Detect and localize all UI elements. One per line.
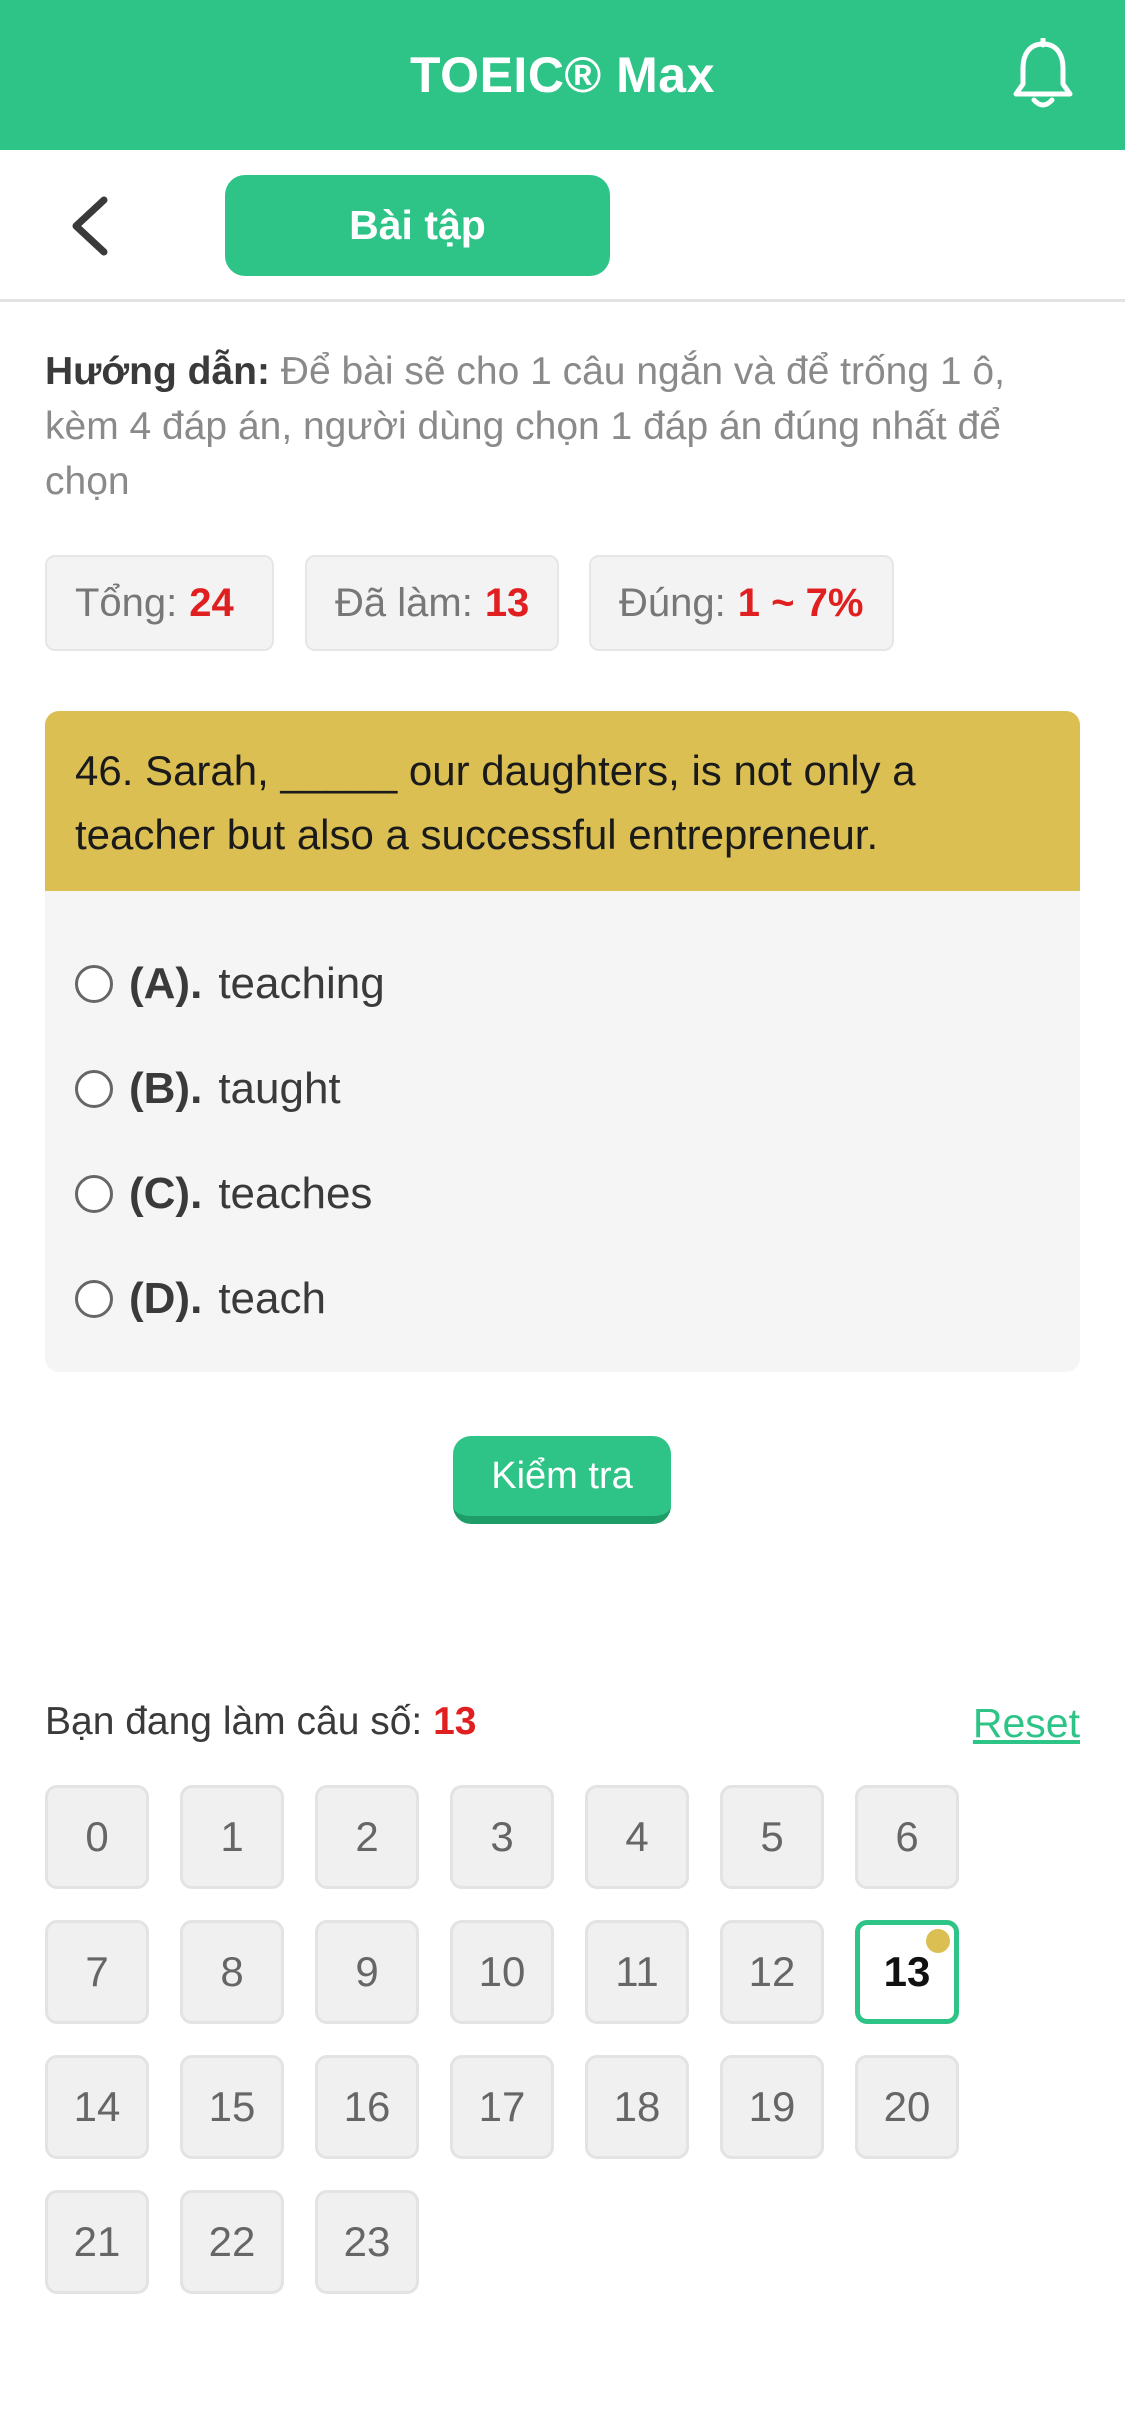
question-number-9[interactable]: 9 [315,1920,419,2024]
bell-icon[interactable] [1010,38,1076,114]
question-number-label: 5 [760,1813,784,1860]
tab-exercise[interactable]: Bài tập [225,175,610,276]
question-number-2[interactable]: 2 [315,1785,419,1889]
question-number-14[interactable]: 14 [45,2055,149,2159]
question-number-label: 15 [208,2083,256,2130]
question-number-label: 17 [478,2083,526,2130]
app-title: TOEIC® Max [410,47,715,103]
question-number-label: 9 [355,1948,379,1995]
option-a[interactable]: (A). teaching [75,949,385,1019]
question-number-19[interactable]: 19 [720,2055,824,2159]
stat-done: Đã làm: 13 [305,555,559,651]
radio-button[interactable] [75,1280,113,1318]
radio-button[interactable] [75,965,113,1003]
question-number-11[interactable]: 11 [585,1920,689,2024]
question-number-label: 13 [883,1948,931,1995]
instructions: Hướng dẫn: Để bài sẽ cho 1 câu ngắn và đ… [45,344,1085,509]
question-number-label: 0 [85,1813,109,1860]
option-d[interactable]: (D). teach [75,1264,326,1334]
question-number-8[interactable]: 8 [180,1920,284,2024]
question-number-18[interactable]: 18 [585,2055,689,2159]
current-question: Bạn đang làm câu số: 13 [45,1700,476,1744]
question-number-6[interactable]: 6 [855,1785,959,1889]
question-number-label: 21 [73,2218,121,2265]
question-number-label: 20 [883,2083,931,2130]
stat-value: 24 [189,581,234,625]
question-number-label: 22 [208,2218,256,2265]
current-number: 13 [433,1700,477,1743]
question-number-label: 11 [615,1948,659,1995]
stat-value: 1 ~ 7% [737,581,864,625]
option-key: (C). [129,1169,203,1218]
question-number-7[interactable]: 7 [45,1920,149,2024]
question-number-label: 23 [343,2218,391,2265]
question-number-label: 3 [490,1813,514,1860]
question-number-15[interactable]: 15 [180,2055,284,2159]
question-number-20[interactable]: 20 [855,2055,959,2159]
option-text: taught [218,1064,341,1113]
stat-correct: Đúng: 1 ~ 7% [589,555,894,651]
sub-bar: Bài tập [0,150,1125,302]
question-number-5[interactable]: 5 [720,1785,824,1889]
stat-label: Đã làm: [335,581,473,625]
option-text: teaching [218,959,385,1008]
question-number-label: 8 [220,1948,244,1995]
question-number-label: 7 [85,1948,109,1995]
question-number-22[interactable]: 22 [180,2190,284,2294]
stat-value: 13 [484,581,530,625]
check-button[interactable]: Kiểm tra [453,1436,671,1524]
stat-label: Tổng: [75,581,178,625]
question-number-label: 6 [895,1813,919,1860]
question-number-label: 1 [220,1813,244,1860]
option-key: (D). [129,1274,203,1323]
option-key: (A). [129,959,203,1008]
stat-total: Tổng: 24 [45,555,274,651]
chevron-left-icon[interactable] [62,194,122,258]
question-number-0[interactable]: 0 [45,1785,149,1889]
current-label: Bạn đang làm câu số: [45,1700,423,1743]
question-number-10[interactable]: 10 [450,1920,554,2024]
question-number-label: 19 [748,2083,796,2130]
question-number-3[interactable]: 3 [450,1785,554,1889]
question-number-17[interactable]: 17 [450,2055,554,2159]
question-number-21[interactable]: 21 [45,2190,149,2294]
question-number-label: 10 [478,1948,526,1995]
question-number-1[interactable]: 1 [180,1785,284,1889]
option-text: teaches [218,1169,373,1218]
option-b[interactable]: (B). taught [75,1054,341,1124]
option-text: teach [218,1274,326,1323]
stat-label: Đúng: [619,581,726,625]
question-number-label: 16 [343,2083,391,2130]
question-number-13[interactable]: 13 [855,1920,959,2024]
question-number-label: 4 [625,1813,649,1860]
question-number-12[interactable]: 12 [720,1920,824,2024]
option-key: (B). [129,1064,203,1113]
option-c[interactable]: (C). teaches [75,1159,372,1229]
instructions-label: Hướng dẫn: [45,350,270,393]
question-number-label: 2 [355,1813,379,1860]
question-text: 46. Sarah, _____ our daughters, is not o… [45,711,1080,891]
question-number-label: 12 [748,1948,796,1995]
question-card: 46. Sarah, _____ our daughters, is not o… [45,711,1080,1372]
reset-link[interactable]: Reset [973,1700,1080,1747]
app-bar: TOEIC® Max [0,0,1125,150]
question-number-label: 14 [73,2083,121,2130]
question-number-4[interactable]: 4 [585,1785,689,1889]
status-dot [926,1929,950,1953]
question-number-label: 18 [613,2083,661,2130]
question-number-16[interactable]: 16 [315,2055,419,2159]
radio-button[interactable] [75,1175,113,1213]
question-number-23[interactable]: 23 [315,2190,419,2294]
radio-button[interactable] [75,1070,113,1108]
